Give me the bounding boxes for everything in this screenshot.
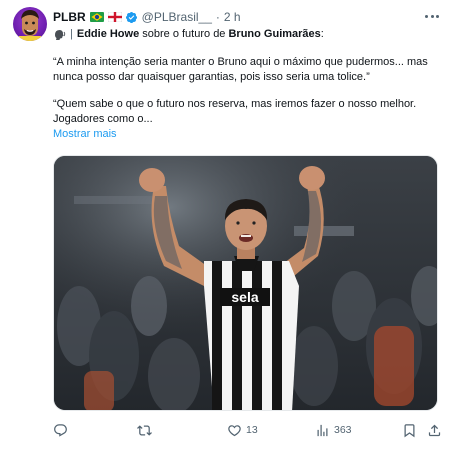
tweet-card[interactable]: PLBR @PLBrasil__ · 2 h | Eddie Howe sobr…: [0, 0, 460, 451]
share-button[interactable]: [427, 420, 442, 440]
views-chart-icon: [317, 424, 328, 436]
avatar[interactable]: [13, 7, 47, 41]
intro-separator: |: [70, 27, 73, 40]
timestamp[interactable]: 2 h: [224, 10, 241, 24]
intro-mid: sobre o futuro de: [139, 27, 229, 40]
quote-paragraph-2: “Quem sabe o que o futuro nos reserva, m…: [53, 98, 417, 125]
tweet-text: | Eddie Howe sobre o futuro de Bruno Gui…: [53, 26, 448, 142]
tweet-media-photo[interactable]: sela: [53, 155, 438, 411]
like-count: 13: [246, 424, 258, 436]
reply-button[interactable]: [53, 420, 72, 440]
bookmark-icon: [404, 423, 415, 437]
brazil-flag-icon: [89, 12, 104, 22]
views-count: 363: [334, 424, 352, 436]
share-icon: [428, 424, 441, 436]
views-button[interactable]: 363: [315, 420, 352, 440]
show-more-link[interactable]: Mostrar mais: [53, 127, 448, 142]
intro-end: :: [320, 27, 324, 40]
display-name[interactable]: PLBR: [53, 10, 86, 24]
verified-badge-icon[interactable]: [125, 11, 138, 24]
england-flag-icon: [107, 12, 122, 22]
retweet-icon: [137, 424, 152, 436]
shirt-sponsor-text: sela: [231, 289, 258, 305]
tweet-actions-bar: 13 363: [53, 420, 443, 440]
heart-icon: [228, 424, 241, 436]
tweet-header: PLBR @PLBrasil__ · 2 h: [53, 8, 241, 26]
intro-object: Bruno Guimarães: [228, 27, 321, 40]
like-button[interactable]: 13: [227, 420, 258, 440]
retweet-button[interactable]: [137, 420, 156, 440]
more-options-icon[interactable]: [422, 8, 442, 24]
user-handle[interactable]: @PLBrasil__: [142, 10, 212, 24]
intro-subject: Eddie Howe: [76, 27, 140, 40]
bookmark-button[interactable]: [402, 420, 417, 440]
quote-paragraph-1: “A minha intenção seria manter o Bruno a…: [53, 56, 428, 83]
separator-dot: ·: [215, 10, 220, 24]
reply-icon: [54, 423, 67, 437]
speaking-head-icon: [53, 28, 66, 41]
